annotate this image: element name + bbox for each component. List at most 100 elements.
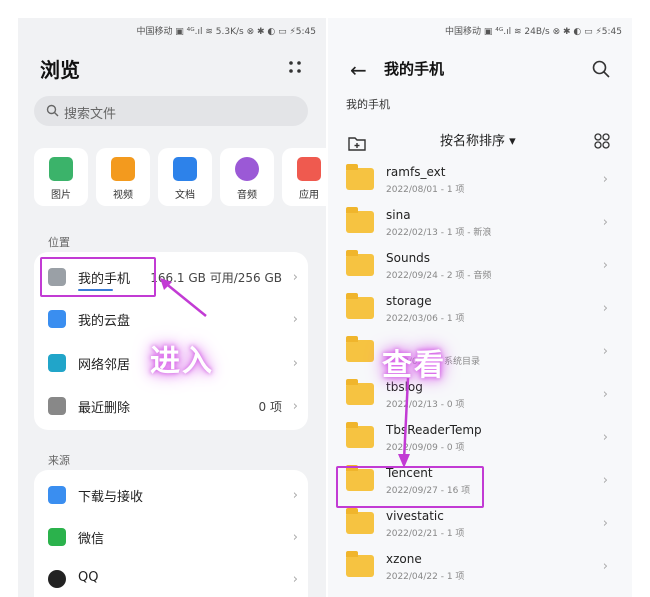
chevron-right-icon: › [602,559,608,574]
grid-view-icon [594,132,610,149]
category-documents[interactable]: 文档 [158,148,212,206]
chevron-right-icon: › [292,530,298,545]
chevron-right-icon: › [602,473,608,488]
location-label: 我的手机 [78,272,131,287]
download-icon [48,486,66,504]
chevron-right-icon: › [602,430,608,445]
search-button[interactable] [592,58,610,78]
add-folder-icon [348,136,366,151]
search-placeholder: 搜索文件 [64,107,117,122]
location-label: 最近删除 [78,401,131,416]
list-item[interactable]: storage 2022/03/06 - 1 项 › [328,287,632,330]
qq-icon [48,570,66,588]
category-label: 视频 [113,190,133,201]
search-icon [592,60,610,78]
category-videos[interactable]: 视频 [96,148,150,206]
list-item[interactable]: Sounds 2022/09/24 - 2 项 - 音频 › [328,244,632,287]
list-item[interactable]: xzone 2022/04/22 - 1 项 › [328,545,632,588]
list-item[interactable]: ramfs_ext 2022/08/01 - 1 项 › [328,158,632,201]
folder-icon [346,336,374,362]
more-options-button[interactable] [286,56,304,74]
folder-icon [346,508,374,534]
list-item[interactable]: Tencent 2022/09/27 - 16 项 › [328,459,632,502]
browse-panel: 中国移动 ▣ ⁴ᴳ.ıl ≋ 5.3K/s ⊗ ✱ ◐ ▭ ⚡5:45 浏览 搜… [18,18,326,597]
category-apps[interactable]: 应用 [282,148,326,206]
page-title: 我的手机 [384,60,445,78]
chevron-right-icon: › [292,356,298,371]
list-item[interactable]: tbslog 2022/02/13 - 0 项 › [328,373,632,416]
source-card: 下载与接收 › 微信 › QQ › [34,470,308,597]
app-icon [297,157,321,181]
file-name: sina [386,208,411,222]
network-icon [48,354,66,372]
deleted-count: 0 项 [258,400,282,414]
status-bar: 中国移动 ▣ ⁴ᴳ.ıl ≋ 24B/s ⊗ ✱ ◐ ▭ ⚡5:45 [445,27,622,37]
folder-icon [346,207,374,233]
document-icon [173,157,197,181]
folder-icon [346,551,374,577]
more-dots-icon [289,60,301,73]
source-item-qq[interactable]: QQ › [34,558,308,597]
sort-dropdown[interactable]: 按名称排序 ▾ [440,130,516,149]
trash-icon [48,397,66,415]
cloud-icon [48,310,66,328]
new-folder-button[interactable] [348,132,366,151]
folder-icon [346,379,374,405]
chevron-right-icon: › [602,172,608,187]
source-label: QQ [78,570,99,585]
search-input[interactable]: 搜索文件 [34,96,308,126]
page-title: 浏览 [40,58,80,82]
view-annotation: 查看 [382,348,446,383]
file-name: ramfs_ext [386,165,446,179]
chevron-right-icon: › [602,344,608,359]
enter-annotation: 进入 [150,344,214,379]
category-label: 音频 [237,190,257,201]
category-label: 文档 [175,190,195,201]
video-icon [111,157,135,181]
grid-view-button[interactable] [594,130,610,149]
file-meta: 2022/09/24 - 2 项 - 音频 [386,271,492,281]
list-item[interactable]: 2022/09/... - 系统目录 › [328,330,632,373]
file-meta: 2022/02/21 - 1 项 [386,529,465,539]
chevron-right-icon: › [602,516,608,531]
folder-icon [346,465,374,491]
breadcrumb[interactable]: 我的手机 [346,96,390,112]
list-item[interactable]: TbsReaderTemp 2022/09/09 - 0 项 › [328,416,632,459]
chevron-right-icon: › [292,270,298,285]
list-item[interactable]: vivestatic 2022/02/21 - 1 项 › [328,502,632,545]
file-name: Sounds [386,251,431,265]
chevron-right-icon: › [292,312,298,327]
source-section-label: 来源 [48,454,70,467]
category-label: 图片 [51,190,71,201]
search-icon [46,104,59,117]
folder-icon [346,422,374,448]
category-audio[interactable]: 音频 [220,148,274,206]
phone-icon [48,268,66,286]
category-label: 应用 [299,190,319,201]
location-label: 我的云盘 [78,314,131,329]
file-meta: 2022/09/27 - 16 项 [386,486,471,496]
file-meta: 2022/03/06 - 1 项 [386,314,465,324]
chevron-right-icon: › [602,387,608,402]
source-label: 微信 [78,532,105,547]
location-label: 网络邻居 [78,358,131,373]
file-name: vivestatic [386,509,444,523]
back-button[interactable]: ← [350,58,367,82]
arrow-left-icon: ← [350,58,367,82]
list-item[interactable]: sina 2022/02/13 - 1 项 - 新浪 › [328,201,632,244]
chevron-right-icon: › [292,488,298,503]
category-row: 图片 视频 文档 音频 应用 [34,148,326,208]
folder-icon [346,164,374,190]
source-item-wechat[interactable]: 微信 › [34,516,308,558]
folder-icon [346,250,374,276]
category-images[interactable]: 图片 [34,148,88,206]
file-name: storage [386,294,432,308]
source-item-downloads[interactable]: 下载与接收 › [34,474,308,516]
chevron-right-icon: › [292,399,298,414]
location-item-recently-deleted[interactable]: 最近删除 0 项 › [34,385,308,427]
arrow-annotation-icon [160,278,207,317]
chevron-right-icon: › [602,258,608,273]
arrow-annotation-icon [398,378,410,468]
image-icon [49,157,73,181]
my-phone-panel: 中国移动 ▣ ⁴ᴳ.ıl ≋ 24B/s ⊗ ✱ ◐ ▭ ⚡5:45 ← 我的手… [328,18,632,597]
